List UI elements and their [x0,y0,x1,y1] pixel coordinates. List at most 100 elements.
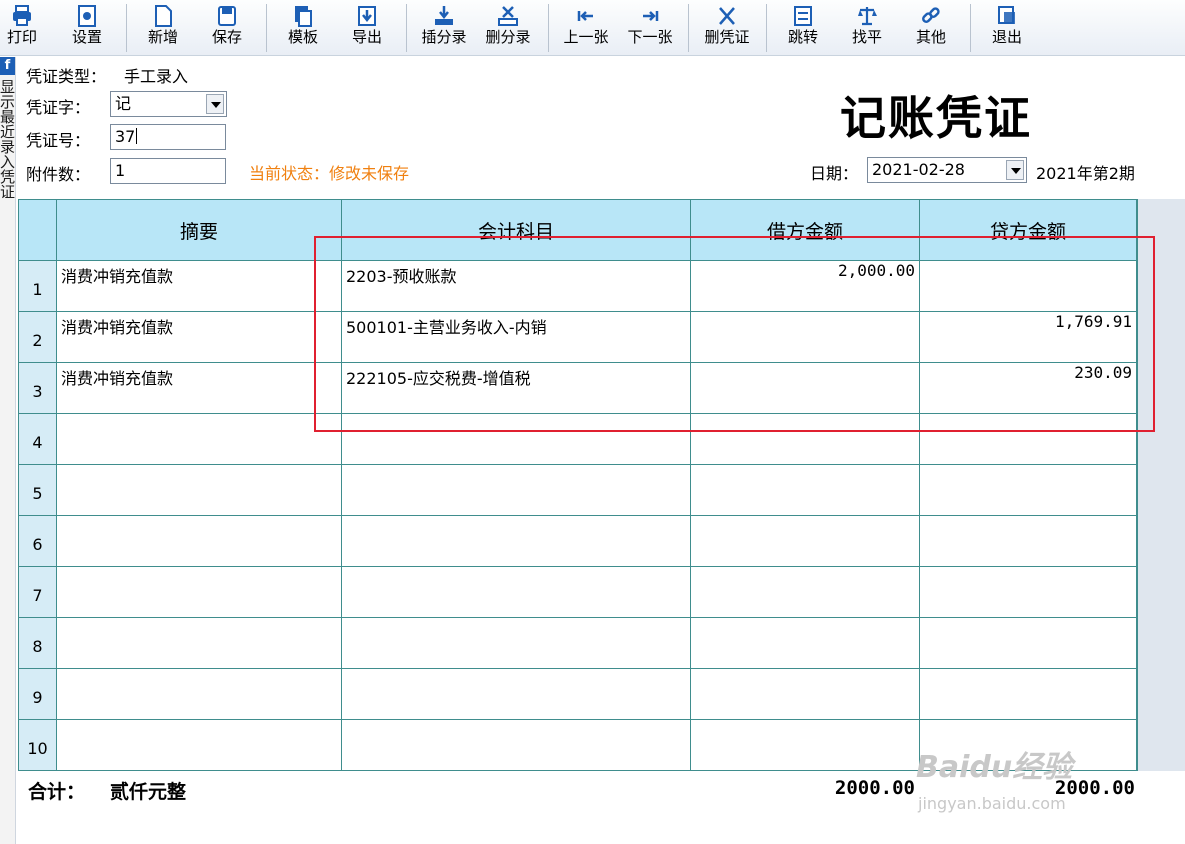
new-button[interactable]: 新增 [142,2,184,54]
debit-cell[interactable]: 2,000.00 [690,260,920,312]
summary-cell[interactable] [56,566,342,618]
account-cell[interactable] [341,617,691,669]
summary-cell[interactable] [56,617,342,669]
account-cell[interactable] [341,668,691,720]
debit-header: 借方金额 [690,199,920,261]
row-number: 6 [18,515,57,567]
account-cell-text [342,567,690,569]
credit-cell[interactable] [919,668,1137,720]
summary-cell[interactable] [56,413,342,465]
template-button[interactable]: 模板 [282,2,324,54]
table-row[interactable]: 8 [18,617,1137,669]
table-row[interactable]: 6 [18,515,1137,567]
credit-cell[interactable] [919,617,1137,669]
print-button[interactable]: 打印 [2,2,42,54]
credit-cell[interactable] [919,413,1137,465]
credit-cell-text [920,516,1136,530]
summary-cell[interactable]: 消费冲销充值款 [56,362,342,414]
credit-cell[interactable] [919,515,1137,567]
credit-cell-text [920,261,1136,275]
voucher-word-value: 记 [115,94,132,113]
credit-cell[interactable] [919,566,1137,618]
summary-cell-text [57,669,341,671]
summary-cell[interactable] [56,464,342,516]
debit-cell[interactable] [690,668,920,720]
new-label: 新增 [147,28,178,46]
debit-cell[interactable] [690,311,920,363]
recent-vouchers-strip[interactable]: f 显示最近录入凭证 [0,57,16,844]
debit-cell-text [691,567,919,581]
debit-cell-text [691,720,919,734]
chevron-down-icon[interactable] [1006,160,1024,180]
table-row[interactable]: 2 消费冲销充值款 500101-主营业务收入-内销 1,769.91 [18,311,1137,363]
credit-cell[interactable]: 230.09 [919,362,1137,414]
account-cell-text: 222105-应交税费-增值税 [346,369,531,388]
credit-cell-text: 1,769.91 [1054,312,1132,331]
table-row[interactable]: 9 [18,668,1137,720]
debit-cell[interactable] [690,617,920,669]
account-cell[interactable] [341,464,691,516]
summary-cell[interactable]: 消费冲销充值款 [56,311,342,363]
settings-button[interactable]: 设置 [66,2,108,54]
credit-cell[interactable]: 1,769.91 [919,311,1137,363]
grid-scroll-area[interactable] [1137,199,1185,771]
debit-cell[interactable] [690,362,920,414]
row-number: 7 [18,566,57,618]
next-button[interactable]: 下一张 [620,2,680,54]
account-cell[interactable] [341,719,691,771]
voucher-type-label: 凭证类型： [26,67,107,86]
previous-label: 上一张 [563,28,609,46]
summary-cell[interactable] [56,668,342,720]
attachment-count-input[interactable]: 1 [110,158,226,184]
credit-cell[interactable] [919,260,1137,312]
exit-label: 退出 [991,28,1022,46]
debit-cell[interactable] [690,413,920,465]
insert-entry-label: 插分录 [421,28,467,46]
credit-cell[interactable] [919,464,1137,516]
exit-button[interactable]: 退出 [986,2,1028,54]
table-row[interactable]: 7 [18,566,1137,618]
summary-cell-text [57,720,341,722]
voucher-number-input[interactable]: 37 [110,124,226,150]
chevron-down-icon[interactable] [206,94,224,114]
settings-icon [78,5,96,27]
printer-icon [13,5,31,26]
account-cell[interactable] [341,413,691,465]
save-button[interactable]: 保存 [206,2,248,54]
table-row[interactable]: 5 [18,464,1137,516]
account-cell-text [342,516,690,518]
debit-cell[interactable] [690,719,920,771]
table-row[interactable]: 1 消费冲销充值款 2203-预收账款 2,000.00 [18,260,1137,312]
account-cell[interactable]: 500101-主营业务收入-内销 [341,311,691,363]
summary-cell[interactable] [56,719,342,771]
other-button[interactable]: 其他 [910,2,952,54]
debit-cell[interactable] [690,515,920,567]
previous-button[interactable]: 上一张 [556,2,616,54]
row-number: 1 [18,260,57,312]
credit-cell-text [920,414,1136,428]
summary-cell[interactable] [56,515,342,567]
table-row[interactable]: 4 [18,413,1137,465]
balance-button[interactable]: 找平 [846,2,888,54]
debit-cell[interactable] [690,566,920,618]
delete-voucher-button[interactable]: 删凭证 [696,2,758,54]
delete-entry-button[interactable]: 删分录 [478,2,538,54]
date-picker[interactable]: 2021-02-28 [867,157,1027,183]
debit-cell-text [691,363,919,377]
date-label: 日期： [810,164,859,183]
row-number-text: 9 [32,687,43,707]
jump-button[interactable]: 跳转 [782,2,824,54]
account-cell[interactable] [341,566,691,618]
account-cell[interactable]: 222105-应交税费-增值税 [341,362,691,414]
debit-cell[interactable] [690,464,920,516]
account-cell[interactable] [341,515,691,567]
account-cell[interactable]: 2203-预收账款 [341,260,691,312]
table-row[interactable]: 3 消费冲销充值款 222105-应交税费-增值税 230.09 [18,362,1137,414]
save-label: 保存 [211,28,242,46]
insert-entry-button[interactable]: 插分录 [414,2,474,54]
template-label: 模板 [287,28,318,46]
summary-cell[interactable]: 消费冲销充值款 [56,260,342,312]
voucher-word-select[interactable]: 记 [110,91,227,117]
summary-cell-text [57,567,341,569]
export-button[interactable]: 导出 [346,2,388,54]
